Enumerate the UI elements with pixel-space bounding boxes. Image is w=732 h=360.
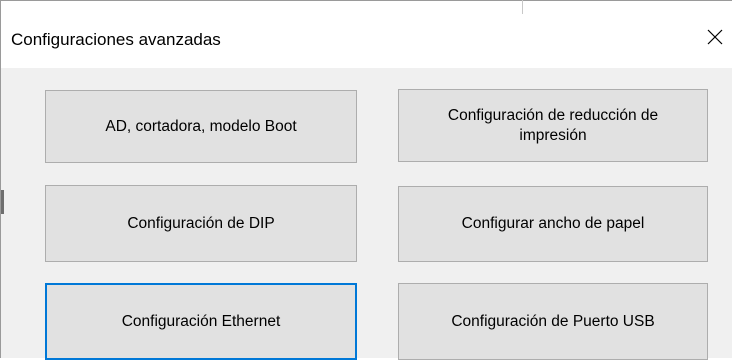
print-reduction-config-button[interactable]: Configuración de reducción de impresión [398, 89, 708, 162]
ethernet-config-button[interactable]: Configuración Ethernet [45, 283, 357, 360]
background-window-edge [522, 0, 523, 14]
advanced-settings-dialog: Configuraciones avanzadas AD, cortadora,… [0, 0, 732, 360]
close-button[interactable] [697, 19, 732, 55]
dip-config-button[interactable]: Configuración de DIP [45, 185, 357, 262]
close-icon [707, 29, 723, 45]
dialog-title: Configuraciones avanzadas [11, 30, 221, 49]
background-window-edge-left [1, 190, 4, 214]
title-bar: Configuraciones avanzadas [1, 0, 732, 68]
usb-port-config-button[interactable]: Configuración de Puerto USB [398, 283, 708, 360]
paper-width-config-button[interactable]: Configurar ancho de papel [398, 186, 708, 262]
ad-cutter-boot-model-button[interactable]: AD, cortadora, modelo Boot [45, 90, 357, 163]
